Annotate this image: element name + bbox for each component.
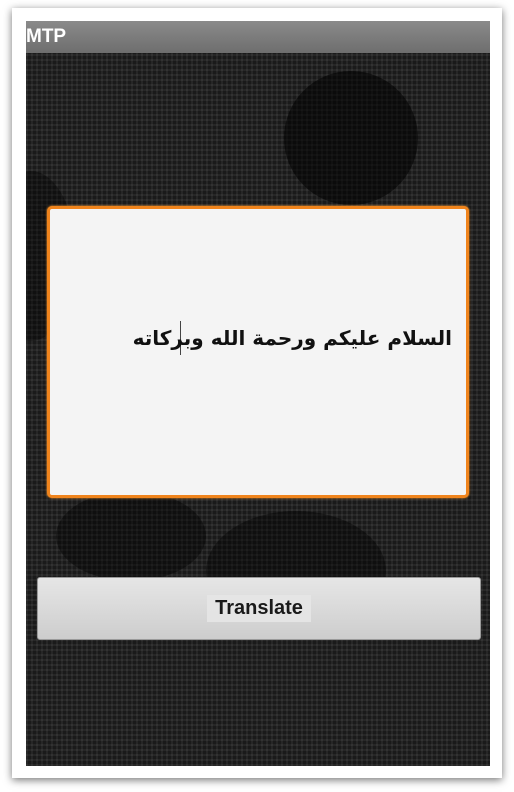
- text-input-field[interactable]: السلام عليكم ورحمة الله وبركاته: [47, 206, 469, 498]
- translate-button[interactable]: Translate: [37, 577, 481, 640]
- app-screen: MTP السلام عليكم ورحمة الله وبركاته Tran…: [26, 21, 490, 766]
- input-text: السلام عليكم ورحمة الله وبركاته: [132, 326, 452, 350]
- text-input-line: السلام عليكم ورحمة الله وبركاته: [133, 321, 452, 355]
- app-title: MTP: [26, 26, 67, 47]
- translate-button-label: Translate: [207, 595, 311, 622]
- screenshot-frame: MTP السلام عليكم ورحمة الله وبركاته Tran…: [12, 8, 502, 778]
- background-bubble: [284, 71, 418, 205]
- title-bar: MTP: [26, 21, 490, 53]
- background-bubble: [56, 491, 206, 581]
